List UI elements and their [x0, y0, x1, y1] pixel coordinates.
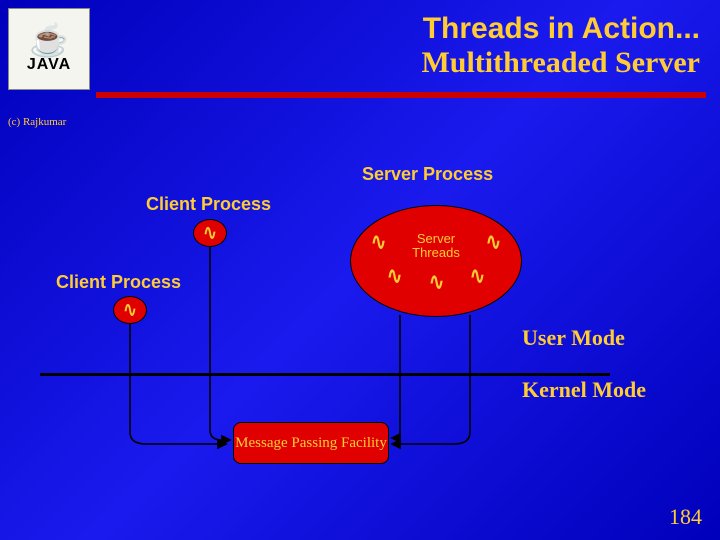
server-process: Server Threads ∿ ∿ ∿ ∿ ∿	[350, 205, 522, 317]
thread-icon: ∿	[429, 269, 444, 296]
kernel-mode-label: Kernel Mode	[522, 378, 646, 402]
server-process-label: Server Process	[362, 164, 493, 185]
thread-icon: ∿	[203, 220, 216, 246]
slide-number: 184	[669, 504, 702, 530]
client-process-2: ∿	[113, 296, 147, 324]
message-passing-facility: Message Passing Facility	[233, 422, 389, 464]
client-process-1: ∿	[193, 219, 227, 247]
user-kernel-boundary	[40, 373, 610, 376]
diagram-area: Client Process ∿ Client Process ∿ Server…	[0, 0, 720, 540]
thread-icon: ∿	[123, 297, 136, 323]
client-process-label-1: Client Process	[146, 194, 271, 215]
server-threads-label: Server Threads	[394, 232, 479, 261]
thread-icon: ∿	[486, 229, 501, 256]
thread-icon: ∿	[470, 263, 485, 290]
user-mode-label: User Mode	[522, 326, 625, 350]
thread-icon: ∿	[371, 229, 386, 256]
thread-icon: ∿	[387, 263, 402, 290]
client-process-label-2: Client Process	[56, 272, 181, 293]
